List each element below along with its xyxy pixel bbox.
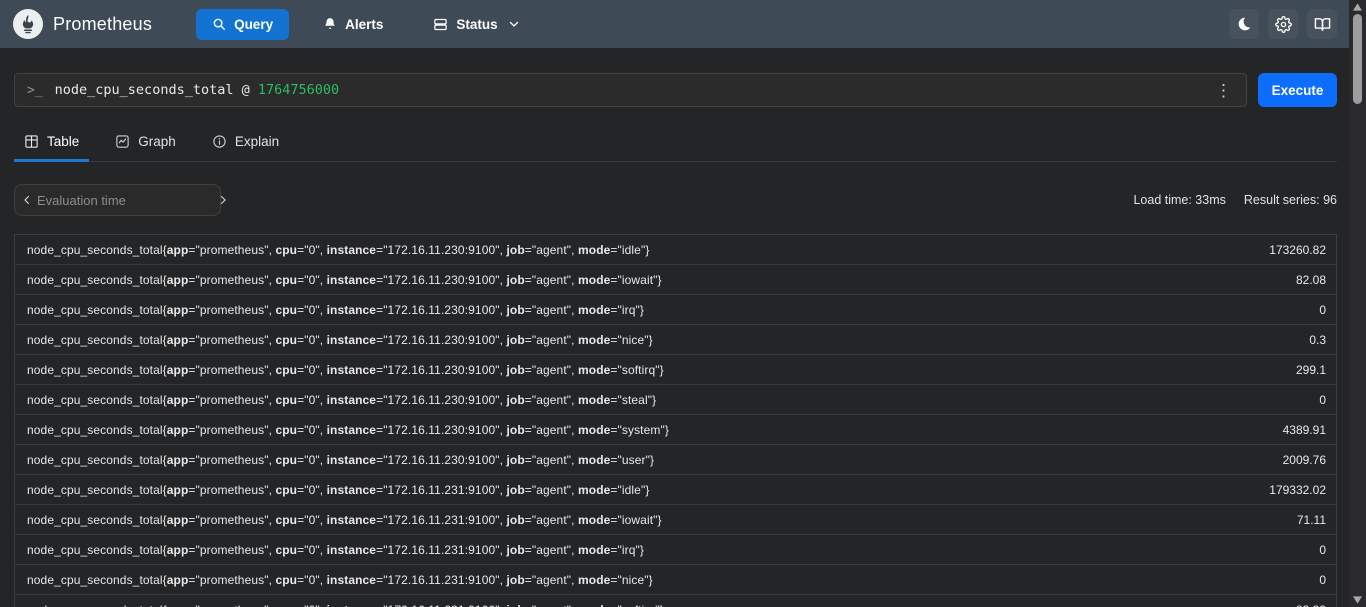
query-row: >_ node_cpu_seconds_total @ 1764756000 ⋮… [14,73,1337,107]
table-row: node_cpu_seconds_total{app="prometheus",… [15,265,1337,295]
series-labels-cell: node_cpu_seconds_total{app="prometheus",… [15,475,1197,505]
series-value-cell: 173260.82 [1197,235,1337,265]
graph-icon [115,134,130,149]
series-value-cell: 299.1 [1197,355,1337,385]
scroll-up-arrow-icon[interactable] [1349,0,1366,14]
prometheus-logo-icon [13,9,43,39]
navbar: Prometheus Query Alerts Status [0,0,1366,48]
table-icon [24,134,39,149]
nav-item-label: Alerts [345,17,383,32]
scroll-down-arrow-icon[interactable] [1349,593,1366,607]
table-row: node_cpu_seconds_total{app="prometheus",… [15,595,1337,607]
series-value-cell: 71.11 [1197,505,1337,535]
tab-graph[interactable]: Graph [105,125,186,162]
nav-item-status[interactable]: Status [417,9,535,40]
main-content: >_ node_cpu_seconds_total @ 1764756000 ⋮… [0,73,1366,607]
series-labels-cell: node_cpu_seconds_total{app="prometheus",… [15,505,1197,535]
table-row: node_cpu_seconds_total{app="prometheus",… [15,325,1337,355]
query-expression-input[interactable]: >_ node_cpu_seconds_total @ 1764756000 ⋮ [14,73,1247,107]
series-value-cell: 179332.02 [1197,475,1337,505]
main-nav: Query Alerts Status [196,9,536,40]
table-row: node_cpu_seconds_total{app="prometheus",… [15,505,1337,535]
tab-label: Explain [235,134,279,149]
result-table: node_cpu_seconds_total{app="prometheus",… [14,234,1337,607]
series-value-cell: 4389.91 [1197,415,1337,445]
series-labels-cell: node_cpu_seconds_total{app="prometheus",… [15,265,1197,295]
table-row: node_cpu_seconds_total{app="prometheus",… [15,295,1337,325]
evaluation-time-picker [14,184,221,216]
series-labels-cell: node_cpu_seconds_total{app="prometheus",… [15,595,1197,607]
series-value-cell: 0.3 [1197,325,1337,355]
tab-explain[interactable]: Explain [202,125,289,162]
table-row: node_cpu_seconds_total{app="prometheus",… [15,565,1337,595]
nav-item-label: Status [456,17,497,32]
table-row: node_cpu_seconds_total{app="prometheus",… [15,355,1337,385]
query-options-kebab-icon[interactable]: ⋮ [1213,82,1234,99]
evaluation-time-input[interactable] [33,193,217,208]
evaluation-time-next-button[interactable] [217,187,229,213]
scrollbar-thumb[interactable] [1353,14,1362,104]
table-row: node_cpu_seconds_total{app="prometheus",… [15,385,1337,415]
tab-label: Table [47,134,79,149]
series-labels-cell: node_cpu_seconds_total{app="prometheus",… [15,325,1197,355]
search-icon [212,17,226,31]
info-icon [212,134,227,149]
settings-button[interactable] [1268,9,1298,39]
load-time-label: Load time: 33ms [1133,193,1225,207]
bell-icon [323,17,337,31]
series-value-cell: 0 [1197,295,1337,325]
moon-icon [1236,16,1252,32]
app-title: Prometheus [53,14,152,35]
evaluation-time-prev-button[interactable] [21,187,33,213]
table-row: node_cpu_seconds_total{app="prometheus",… [15,535,1337,565]
result-toolbar: Load time: 33ms Result series: 96 [14,184,1337,216]
series-value-cell: 2009.76 [1197,445,1337,475]
series-labels-cell: node_cpu_seconds_total{app="prometheus",… [15,415,1197,445]
chevron-down-icon [508,18,520,30]
theme-toggle-button[interactable] [1229,9,1259,39]
tab-table[interactable]: Table [14,125,89,162]
navbar-actions [1229,9,1337,39]
query-expression: node_cpu_seconds_total @ 1764756000 [55,82,339,98]
brand[interactable]: Prometheus [13,9,152,39]
gear-icon [1275,16,1292,33]
book-icon [1314,16,1331,33]
chevron-right-icon [217,194,229,206]
chevron-left-icon [21,194,33,206]
nav-item-label: Query [234,17,273,32]
terminal-prompt-icon: >_ [27,83,43,98]
query-timestamp: 1764756000 [258,82,339,98]
result-tabs: Table Graph Explain [14,125,1337,162]
series-labels-cell: node_cpu_seconds_total{app="prometheus",… [15,235,1197,265]
series-labels-cell: node_cpu_seconds_total{app="prometheus",… [15,295,1197,325]
vertical-scrollbar[interactable] [1349,0,1366,607]
table-row: node_cpu_seconds_total{app="prometheus",… [15,475,1337,505]
series-value-cell: 83.33 [1197,595,1337,607]
tab-label: Graph [138,134,176,149]
table-row: node_cpu_seconds_total{app="prometheus",… [15,445,1337,475]
query-stats: Load time: 33ms Result series: 96 [1133,193,1337,207]
result-series-label: Result series: 96 [1244,193,1337,207]
series-labels-cell: node_cpu_seconds_total{app="prometheus",… [15,355,1197,385]
series-value-cell: 0 [1197,385,1337,415]
series-value-cell: 0 [1197,565,1337,595]
series-labels-cell: node_cpu_seconds_total{app="prometheus",… [15,535,1197,565]
execute-button[interactable]: Execute [1258,73,1337,107]
series-labels-cell: node_cpu_seconds_total{app="prometheus",… [15,385,1197,415]
docs-button[interactable] [1307,9,1337,39]
table-row: node_cpu_seconds_total{app="prometheus",… [15,235,1337,265]
series-value-cell: 0 [1197,535,1337,565]
server-icon [433,17,448,32]
nav-item-query[interactable]: Query [196,9,289,40]
series-labels-cell: node_cpu_seconds_total{app="prometheus",… [15,445,1197,475]
nav-item-alerts[interactable]: Alerts [307,9,399,40]
result-table-body: node_cpu_seconds_total{app="prometheus",… [15,235,1337,607]
table-row: node_cpu_seconds_total{app="prometheus",… [15,415,1337,445]
series-labels-cell: node_cpu_seconds_total{app="prometheus",… [15,565,1197,595]
series-value-cell: 82.08 [1197,265,1337,295]
